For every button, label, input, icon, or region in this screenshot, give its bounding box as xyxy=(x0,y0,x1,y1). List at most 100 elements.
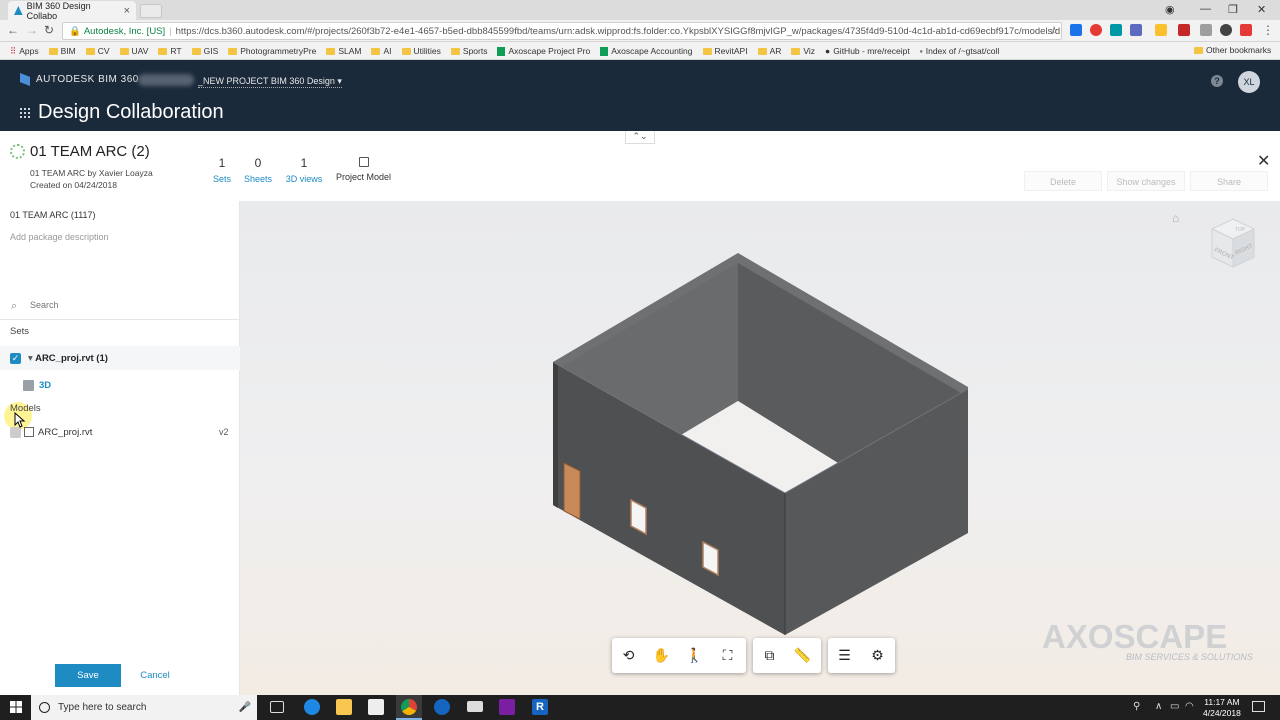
close-package-icon[interactable]: ✕ xyxy=(1257,151,1270,171)
task-view-icon[interactable] xyxy=(270,701,284,713)
network-icon[interactable]: ◠ xyxy=(1185,701,1194,712)
minimize-icon[interactable]: — xyxy=(1200,3,1211,15)
project-selector[interactable]: _NEW PROJECT BIM 360 Design ▾ xyxy=(198,76,342,88)
home-view-icon[interactable]: ⌂ xyxy=(1172,211,1179,225)
cancel-button[interactable]: Cancel xyxy=(140,664,170,687)
measure-tool-icon[interactable]: 📏 xyxy=(786,638,819,673)
zoom-window-tool-icon[interactable]: ⛶ xyxy=(711,638,744,673)
user-avatar[interactable]: XL xyxy=(1238,71,1260,93)
new-tab-button[interactable] xyxy=(140,4,162,18)
bookmark-item[interactable]: BIM xyxy=(48,46,76,56)
other-bookmarks[interactable]: Other bookmarks xyxy=(1194,45,1271,55)
microphone-icon[interactable]: 🎤 xyxy=(239,702,251,713)
bookmark-item[interactable]: Sports xyxy=(450,46,487,56)
extension-icon[interactable] xyxy=(1178,24,1190,36)
browser-menu-icon[interactable]: ⋮ xyxy=(1262,23,1274,37)
show-changes-button[interactable]: Show changes xyxy=(1107,171,1185,191)
mail-icon[interactable] xyxy=(467,701,483,712)
set-checkbox[interactable]: ✓ xyxy=(10,353,21,364)
battery-icon[interactable]: ▭ xyxy=(1170,701,1179,712)
extension-icon[interactable] xyxy=(1200,24,1212,36)
url-omnibox[interactable]: 🔒 Autodesk, Inc. [US] | https://dcs.b360… xyxy=(62,22,1062,40)
bookmark-item[interactable]: Viz xyxy=(791,46,815,56)
extension-icon[interactable] xyxy=(1155,24,1167,36)
stat-sheets[interactable]: 0 Sheets xyxy=(242,156,274,184)
bookmark-item[interactable]: AI xyxy=(371,46,392,56)
save-button[interactable]: Save xyxy=(55,664,121,687)
walk-tool-icon[interactable]: 🚶 xyxy=(678,638,711,673)
bookmark-item[interactable]: GIS xyxy=(191,46,218,56)
window-close-icon[interactable]: ✕ xyxy=(1257,3,1266,16)
bookmark-item[interactable]: RevitAPI xyxy=(702,46,748,56)
package-description-field[interactable]: Add package description xyxy=(10,232,109,242)
extension-icon[interactable] xyxy=(1090,24,1102,36)
bookmark-item[interactable]: ⠿ Apps xyxy=(10,46,39,57)
extension-icon[interactable] xyxy=(1240,24,1252,36)
share-button[interactable]: Share xyxy=(1190,171,1268,191)
back-arrow-icon[interactable]: ← xyxy=(7,23,19,37)
view-3d-link[interactable]: 3D xyxy=(39,380,51,391)
taskbar-search[interactable]: Type here to search 🎤 xyxy=(31,695,257,720)
reload-icon[interactable]: ↻ xyxy=(44,23,54,37)
settings-gear-icon[interactable]: ⚙ xyxy=(861,638,894,673)
properties-icon[interactable]: ☰ xyxy=(828,638,861,673)
app-icon[interactable] xyxy=(434,699,450,715)
revit-icon[interactable]: R xyxy=(532,699,548,715)
restore-icon[interactable]: ❐ xyxy=(1228,3,1238,16)
windows-start-icon[interactable] xyxy=(10,701,22,713)
stat-3d-views[interactable]: 1 3D views xyxy=(284,156,324,184)
delete-button[interactable]: Delete xyxy=(1024,171,1102,191)
chrome-icon[interactable] xyxy=(401,699,417,715)
extension-icon[interactable] xyxy=(1070,24,1082,36)
extension-icon[interactable] xyxy=(1130,24,1142,36)
orbit-tool-icon[interactable]: ⟲ xyxy=(612,638,645,673)
help-icon[interactable]: ? xyxy=(1211,75,1223,87)
folder-icon xyxy=(191,47,201,55)
stat-sets[interactable]: 1 Sets xyxy=(212,156,232,184)
extension-icon[interactable] xyxy=(1110,24,1122,36)
bookmark-item[interactable]: SLAM xyxy=(326,46,361,56)
bookmark-item[interactable]: UAV xyxy=(119,46,148,56)
project-model-button[interactable]: Project Model xyxy=(336,157,391,182)
store-icon[interactable] xyxy=(368,699,384,715)
set-item[interactable]: ▾ ARC_proj.rvt (1) xyxy=(28,353,108,364)
forward-arrow-icon[interactable]: → xyxy=(26,23,38,37)
explode-tool-icon[interactable]: ⧉ xyxy=(753,638,786,673)
bookmark-star-icon[interactable]: ☆ xyxy=(1049,24,1059,37)
app-icon[interactable] xyxy=(499,699,515,715)
autodesk-brand[interactable]: AUTODESK BIM 360 xyxy=(20,73,139,86)
model-wall-end xyxy=(553,362,558,508)
bookmark-item[interactable]: AR xyxy=(757,46,781,56)
notifications-icon[interactable] xyxy=(1252,701,1265,712)
viewcube[interactable]: TOP FRONT RIGHT xyxy=(1208,215,1258,275)
folder-icon xyxy=(48,47,58,55)
tray-arrow-icon[interactable]: ∧ xyxy=(1155,701,1162,712)
bookmarks-list: ⠿ Apps BIM CV UAV RT GIS PhotogrammetryPre SLAM A… xyxy=(0,42,999,60)
file-explorer-icon[interactable] xyxy=(336,699,352,715)
edge-browser-icon[interactable] xyxy=(304,699,320,715)
package-author: 01 TEAM ARC by Xavier Loayza xyxy=(30,168,153,178)
people-icon[interactable]: ⚲ xyxy=(1133,701,1140,712)
bookmark-item[interactable]: ● GitHub - mre/receipt xyxy=(825,46,910,56)
bookmark-item[interactable]: Axoscape Project Pro xyxy=(497,46,590,56)
bookmark-label: Viz xyxy=(803,46,816,56)
profile-icon[interactable]: ◉ xyxy=(1165,3,1175,16)
model-checkbox[interactable] xyxy=(10,427,21,438)
redacted-account-name xyxy=(138,74,194,86)
browser-tab[interactable]: BIM 360 Design Collabo × xyxy=(8,1,136,21)
microphone-icon[interactable] xyxy=(1220,24,1232,36)
bookmark-item[interactable]: ▪ Index of /~gtsat/coll xyxy=(920,46,1000,56)
bookmark-item[interactable]: Utilities xyxy=(401,46,441,56)
model-name[interactable]: ARC_proj.rvt xyxy=(38,427,92,438)
app-launcher-icon[interactable] xyxy=(20,108,30,118)
sheets-icon xyxy=(600,46,609,56)
bookmark-item[interactable]: CV xyxy=(85,46,110,56)
collapse-toggle-icon[interactable]: ⌃⌄ xyxy=(625,131,655,144)
search-input[interactable] xyxy=(30,298,230,312)
close-tab-icon[interactable]: × xyxy=(124,5,130,17)
pan-tool-icon[interactable]: ✋ xyxy=(645,638,678,673)
taskbar-clock[interactable]: 11:17 AM 4/24/2018 xyxy=(1203,697,1241,719)
bookmark-item[interactable]: RT xyxy=(158,46,182,56)
bookmark-item[interactable]: PhotogrammetryPre xyxy=(228,46,316,56)
bookmark-item[interactable]: Axoscape Accounting xyxy=(600,46,693,56)
